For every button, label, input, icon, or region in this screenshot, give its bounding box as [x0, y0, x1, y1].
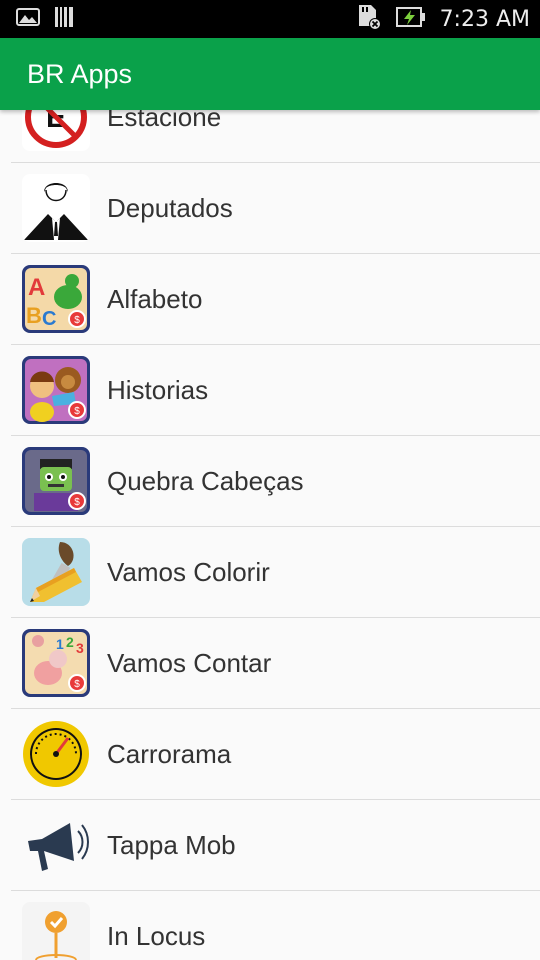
- svg-text:1: 1: [56, 636, 64, 652]
- list-item-estacione[interactable]: E Estacione: [0, 110, 540, 163]
- vamos-colorir-brush-icon: [22, 538, 90, 606]
- svg-text:C: C: [42, 308, 56, 330]
- svg-text:2: 2: [66, 634, 74, 650]
- barcode-notification-icon: [54, 6, 74, 33]
- sd-card-icon: [356, 4, 382, 35]
- list-item-label: In Locus: [107, 921, 206, 951]
- list-item-label: Deputados: [107, 193, 233, 223]
- list-item-deputados[interactable]: Deputados: [0, 163, 540, 254]
- list-item-label: Quebra Cabeças: [107, 466, 304, 496]
- list-item-label: Vamos Contar: [107, 648, 272, 678]
- list-item-historias[interactable]: $ Historias: [0, 345, 540, 436]
- svg-text:3: 3: [76, 640, 84, 656]
- list-item-carrorama[interactable]: Carrorama: [0, 709, 540, 800]
- historias-story-icon: $: [22, 356, 90, 424]
- svg-text:$: $: [74, 406, 80, 417]
- battery-charging-icon: [395, 6, 426, 33]
- in-locus-pin-icon: [22, 902, 90, 960]
- list-item-label: Tappa Mob: [107, 830, 236, 860]
- list-item-label: Carrorama: [107, 739, 232, 769]
- list-item-label: Alfabeto: [107, 284, 203, 314]
- list-item-label: Estacione: [107, 110, 222, 132]
- estacione-sign-icon: E: [22, 110, 90, 151]
- list-item-vamos-contar[interactable]: 1 2 3 $ Vamos Contar: [0, 618, 540, 709]
- svg-text:$: $: [74, 679, 80, 690]
- list-item-vamos-colorir[interactable]: Vamos Colorir: [0, 527, 540, 618]
- svg-text:$: $: [74, 497, 80, 508]
- list-item-quebra-cabecas[interactable]: $ Quebra Cabeças: [0, 436, 540, 527]
- list-item-label: Historias: [107, 375, 209, 405]
- vamos-contar-123-icon: 1 2 3 $: [22, 629, 90, 697]
- list-item-alfabeto[interactable]: A B C $ Alfabeto: [0, 254, 540, 345]
- app-title: BR Apps: [27, 58, 133, 89]
- status-time: 7:23 AM: [439, 6, 530, 32]
- svg-text:A: A: [28, 274, 45, 301]
- app-bar: BR Apps: [0, 38, 540, 110]
- deputado-man-icon: [22, 174, 90, 242]
- status-bar: 7:23 AM: [0, 0, 540, 38]
- image-notification-icon: [16, 7, 40, 32]
- svg-text:B: B: [26, 303, 42, 328]
- list-item-in-locus[interactable]: In Locus: [0, 891, 540, 960]
- carrorama-speedometer-icon: [22, 720, 90, 788]
- quebra-cabecas-monster-icon: $: [22, 447, 90, 515]
- list-item-tappa-mob[interactable]: Tappa Mob: [0, 800, 540, 891]
- app-list[interactable]: E Estacione Deputados A B C $ Alfabeto $ Hi…: [0, 110, 540, 960]
- tappa-mob-megaphone-icon: [22, 811, 90, 879]
- svg-text:$: $: [74, 315, 80, 326]
- list-item-label: Vamos Colorir: [107, 557, 270, 587]
- alfabeto-abc-dino-icon: A B C $: [22, 265, 90, 333]
